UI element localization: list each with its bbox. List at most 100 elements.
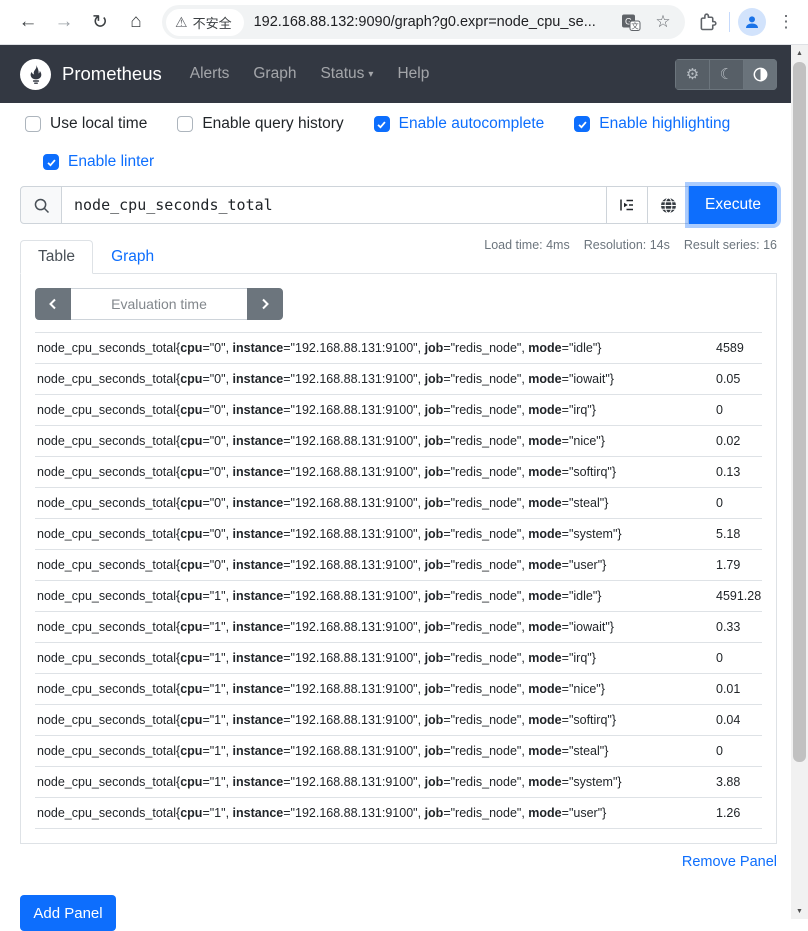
checkbox-checked-icon[interactable] [43, 154, 59, 170]
page-scrollbar[interactable]: ▲ ▼ [791, 45, 808, 919]
sample-value: 0.13 [716, 457, 762, 488]
checkbox-enable-autocomplete[interactable]: Enable autocomplete [374, 115, 545, 133]
metric-label-set: node_cpu_seconds_total{cpu="1", instance… [35, 705, 716, 736]
address-bar[interactable]: ⚠ 不安全 192.168.88.132:9090/graph?g0.expr=… [162, 5, 685, 39]
sample-value: 0.05 [716, 364, 762, 395]
checkbox-label: Enable query history [202, 115, 343, 133]
nav-item-help[interactable]: Help [385, 59, 441, 89]
table-row: node_cpu_seconds_total{cpu="0", instance… [35, 364, 762, 395]
metric-name: node_cpu_seconds_total [37, 558, 176, 572]
home-icon[interactable]: ⌂ [122, 8, 150, 36]
table-row: node_cpu_seconds_total{cpu="0", instance… [35, 550, 762, 581]
metric-label-set: node_cpu_seconds_total{cpu="1", instance… [35, 674, 716, 705]
metric-name: node_cpu_seconds_total [37, 341, 176, 355]
nav-item-alerts[interactable]: Alerts [178, 59, 242, 89]
theme-toggle-group: ⚙ ☾ [675, 59, 777, 90]
resolution: Resolution: 14s [584, 238, 670, 252]
brand-title[interactable]: Prometheus [62, 63, 162, 85]
sample-value: 1.79 [716, 550, 762, 581]
chevron-left-icon[interactable] [35, 288, 71, 320]
checkbox-enable-linter[interactable]: Enable linter [43, 153, 154, 171]
sample-value: 1.26 [716, 798, 762, 829]
metric-name: node_cpu_seconds_total [37, 372, 176, 386]
scrollbar-thumb[interactable] [793, 62, 806, 762]
query-input-group: node_cpu_seconds_total [20, 186, 777, 224]
checkbox-use-local-time[interactable]: Use local time [25, 115, 147, 133]
remove-panel-row: Remove Panel [20, 853, 777, 871]
metric-label-set: node_cpu_seconds_total{cpu="0", instance… [35, 364, 716, 395]
checkbox-checked-icon[interactable] [574, 116, 590, 132]
metric-name: node_cpu_seconds_total [37, 403, 176, 417]
extensions-icon[interactable] [693, 8, 721, 36]
table-row: node_cpu_seconds_total{cpu="1", instance… [35, 643, 762, 674]
metric-name: node_cpu_seconds_total [37, 589, 176, 603]
scroll-up-icon[interactable]: ▲ [791, 45, 808, 61]
sample-value: 0.04 [716, 705, 762, 736]
metric-name: node_cpu_seconds_total [37, 651, 176, 665]
metric-name: node_cpu_seconds_total [37, 465, 176, 479]
tab-graph[interactable]: Graph [93, 240, 172, 274]
scroll-down-icon[interactable]: ▼ [791, 903, 808, 919]
reload-icon[interactable]: ↻ [86, 8, 114, 36]
metric-name: node_cpu_seconds_total [37, 744, 176, 758]
checkbox-unchecked-icon[interactable] [177, 116, 193, 132]
url-text[interactable]: 192.168.88.132:9090/graph?g0.expr=node_c… [254, 14, 611, 30]
translate-icon[interactable]: G 文 [619, 10, 643, 34]
metrics-explorer-globe-icon[interactable] [648, 186, 689, 224]
caret-down-icon: ▾ [368, 69, 373, 80]
table-row: node_cpu_seconds_total{cpu="1", instance… [35, 767, 762, 798]
table-row: node_cpu_seconds_total{cpu="1", instance… [35, 674, 762, 705]
evaluation-time-input[interactable]: Evaluation time [71, 288, 247, 320]
remove-panel-link[interactable]: Remove Panel [682, 854, 777, 870]
bookmark-star-icon[interactable]: ☆ [651, 10, 675, 34]
table-row: node_cpu_seconds_total{cpu="1", instance… [35, 798, 762, 829]
checkbox-checked-icon[interactable] [374, 116, 390, 132]
metric-name: node_cpu_seconds_total [37, 434, 176, 448]
execute-button[interactable]: Execute [689, 186, 777, 224]
security-label: 不安全 [193, 13, 232, 32]
metric-name: node_cpu_seconds_total [37, 682, 176, 696]
result-series: Result series: 16 [684, 238, 777, 252]
nav-item-graph[interactable]: Graph [241, 59, 308, 89]
sample-value: 0 [716, 736, 762, 767]
table-row: node_cpu_seconds_total{cpu="1", instance… [35, 612, 762, 643]
sample-value: 5.18 [716, 519, 762, 550]
metric-label-set: node_cpu_seconds_total{cpu="0", instance… [35, 488, 716, 519]
prometheus-logo[interactable] [20, 59, 51, 90]
browser-toolbar: ← → ↻ ⌂ ⚠ 不安全 192.168.88.132:9090/graph?… [0, 0, 808, 45]
table-row: node_cpu_seconds_total{cpu="1", instance… [35, 705, 762, 736]
site-security-chip[interactable]: ⚠ 不安全 [166, 9, 244, 36]
query-tree-icon[interactable] [607, 186, 648, 224]
checkbox-enable-query-history[interactable]: Enable query history [177, 115, 343, 133]
options-row-2: Enable linter [0, 133, 791, 171]
metric-label-set: node_cpu_seconds_total{cpu="1", instance… [35, 736, 716, 767]
metric-label-set: node_cpu_seconds_total{cpu="0", instance… [35, 426, 716, 457]
navbar-links: AlertsGraphStatus▾Help [178, 59, 442, 89]
checkbox-unchecked-icon[interactable] [25, 116, 41, 132]
forward-icon[interactable]: → [50, 8, 78, 36]
chevron-right-icon[interactable] [247, 288, 283, 320]
tab-table[interactable]: Table [20, 240, 93, 274]
back-icon[interactable]: ← [14, 8, 42, 36]
checkbox-enable-highlighting[interactable]: Enable highlighting [574, 115, 730, 133]
nav-item-status[interactable]: Status▾ [308, 59, 385, 89]
table-row: node_cpu_seconds_total{cpu="0", instance… [35, 426, 762, 457]
checkbox-label: Enable autocomplete [399, 115, 545, 133]
contrast-auto-icon[interactable] [743, 59, 777, 90]
query-expression-input[interactable]: node_cpu_seconds_total [62, 186, 607, 224]
evaluation-time-control: Evaluation time [35, 288, 283, 320]
sample-value: 0 [716, 643, 762, 674]
result-table: node_cpu_seconds_total{cpu="0", instance… [35, 332, 762, 829]
metric-name: node_cpu_seconds_total [37, 713, 176, 727]
table-row: node_cpu_seconds_total{cpu="0", instance… [35, 457, 762, 488]
moon-icon[interactable]: ☾ [709, 59, 743, 90]
sample-value: 4591.28 [716, 581, 762, 612]
settings-gear-icon[interactable]: ⚙ [675, 59, 709, 90]
table-row: node_cpu_seconds_total{cpu="1", instance… [35, 581, 762, 612]
svg-text:文: 文 [631, 21, 639, 31]
browser-menu-icon[interactable]: ⋮ [774, 12, 798, 32]
sample-value: 0.02 [716, 426, 762, 457]
add-panel-button[interactable]: Add Panel [20, 895, 116, 931]
toolbar-divider [729, 12, 730, 32]
profile-avatar[interactable] [738, 8, 766, 36]
